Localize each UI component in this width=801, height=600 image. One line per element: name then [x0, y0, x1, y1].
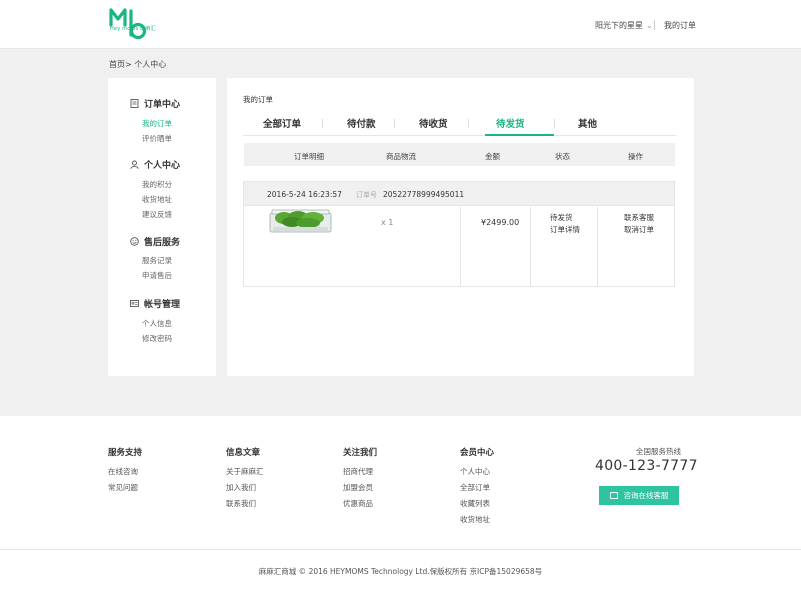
logo-icon[interactable] [108, 7, 152, 41]
consult-button-label: 咨询在线客服 [623, 491, 669, 500]
footer-column-title: 会员中心 [460, 448, 495, 458]
tab-divider [554, 119, 555, 128]
tab-pending-payment[interactable]: 待付款 [347, 116, 376, 130]
sidebar-group-aftersales: 售后服务 [130, 234, 180, 248]
tab-all-orders[interactable]: 全部订单 [263, 116, 301, 130]
sidebar-item-my-orders[interactable]: 我的订单 [142, 118, 172, 129]
footer-link[interactable]: 全部订单 [460, 482, 490, 493]
cancel-order-link[interactable]: 取消订单 [624, 224, 654, 235]
order-date: 2016-5-24 16:23:57 [267, 190, 342, 199]
footer-divider [0, 549, 801, 550]
order-quantity: x 1 [381, 218, 394, 227]
user-icon [130, 160, 139, 169]
orders-panel: 我的订单 全部订单 待付款 待收货 待发货 其他 订单明细 商品物流 金额 状态… [227, 78, 694, 376]
chevron-down-icon[interactable]: ⌄ [646, 21, 653, 30]
order-row: 2016-5-24 16:23:57 订单号 20522778999495011… [243, 181, 675, 287]
footer-link[interactable]: 关于麻麻汇 [226, 466, 264, 477]
order-amount: ¥2499.00 [481, 218, 520, 227]
sidebar-item-change-password[interactable]: 修改密码 [142, 333, 172, 344]
chat-icon [609, 492, 618, 499]
document-icon [130, 98, 139, 108]
cell-divider [597, 207, 598, 286]
breadcrumb-current: 个人中心 [134, 60, 167, 69]
footer-column-title: 信息文章 [226, 448, 261, 458]
tab-other[interactable]: 其他 [578, 116, 597, 130]
sidebar-item-address[interactable]: 收货地址 [142, 194, 172, 205]
sidebar-group-account: 帐号管理 [130, 296, 180, 310]
sidebar-group-title: 订单中心 [144, 99, 181, 110]
sidebar-item-profile[interactable]: 个人信息 [142, 318, 172, 329]
site-footer: 服务支持 在线咨询 常见问题 信息文章 关于麻麻汇 加入我们 联系我们 关注我们… [0, 416, 801, 600]
section-title: 我的订单 [243, 95, 273, 104]
footer-link[interactable]: 收货地址 [460, 514, 490, 525]
column-header: 订单明细 [294, 152, 324, 161]
sidebar-group-title: 帐号管理 [144, 299, 181, 310]
footer-link[interactable]: 在线咨询 [108, 466, 138, 477]
user-menu[interactable]: 阳光下的星星 ⌄ [595, 20, 653, 31]
footer-link[interactable]: 优惠商品 [343, 498, 373, 509]
footer-column-title: 服务支持 [108, 448, 143, 458]
table-header: 订单明细 商品物流 金额 状态 操作 [244, 143, 675, 166]
sidebar-item-service-records[interactable]: 服务记录 [142, 255, 172, 266]
sidebar-item-reviews[interactable]: 评价晒单 [142, 133, 172, 144]
hotline-number: 400-123-7777 [595, 458, 698, 474]
order-status: 待发货 [550, 213, 573, 222]
order-number-label: 订单号 [356, 191, 377, 199]
username[interactable]: 阳光下的星星 [595, 21, 643, 30]
footer-link[interactable]: 常见问题 [108, 482, 138, 493]
product-image[interactable] [268, 203, 333, 235]
my-orders-link[interactable]: 我的订单 [664, 20, 696, 31]
footer-link[interactable]: 加盟会员 [343, 482, 373, 493]
sidebar-group-personal: 个人中心 [130, 157, 180, 171]
sidebar-group-title: 个人中心 [144, 160, 181, 171]
tab-divider [468, 119, 469, 128]
active-tab-indicator [485, 134, 554, 136]
id-card-icon [130, 299, 139, 308]
footer-link[interactable]: 联系我们 [226, 498, 256, 509]
sidebar-group-title: 售后服务 [144, 237, 181, 248]
sidebar-item-feedback[interactable]: 建议反馈 [142, 209, 172, 220]
column-header: 状态 [555, 152, 570, 161]
logo-text: Hey moms 麻麻汇 [110, 26, 156, 32]
smiley-icon [130, 236, 139, 246]
copyright: 麻麻汇商城 © 2016 HEYMOMS Technology Ltd.保版权所… [258, 567, 543, 576]
sidebar: 订单中心 我的订单 评价晒单 个人中心 我的积分 收货地址 建议反馈 售后服务 … [108, 78, 216, 376]
contact-service-link[interactable]: 联系客服 [624, 212, 654, 223]
sidebar-item-apply-aftersales[interactable]: 申请售后 [142, 270, 172, 281]
footer-link[interactable]: 加入我们 [226, 482, 256, 493]
cell-divider [460, 207, 461, 286]
column-header: 商品物流 [386, 152, 416, 161]
footer-link[interactable]: 招商代理 [343, 466, 373, 477]
tab-pending-shipment[interactable]: 待发货 [496, 116, 525, 130]
breadcrumb: 首页> 个人中心 [109, 59, 166, 70]
tab-divider [394, 119, 395, 128]
cell-divider [530, 207, 531, 286]
sidebar-item-points[interactable]: 我的积分 [142, 179, 172, 190]
site-header: Hey moms 麻麻汇 阳光下的星星 ⌄ 我的订单 [0, 0, 801, 49]
column-header: 操作 [628, 152, 643, 161]
header-divider [654, 20, 655, 30]
tab-pending-receipt[interactable]: 待收货 [419, 116, 448, 130]
column-header: 金额 [485, 152, 500, 161]
order-detail-link[interactable]: 订单详情 [550, 224, 580, 235]
tab-divider [322, 119, 323, 128]
footer-column-title: 关注我们 [343, 448, 378, 458]
order-tabs: 全部订单 待付款 待收货 待发货 其他 [243, 108, 676, 136]
sidebar-group-orders: 订单中心 [130, 96, 180, 110]
consult-online-button[interactable]: 咨询在线客服 [599, 486, 679, 505]
footer-link[interactable]: 收藏列表 [460, 498, 490, 509]
footer-link[interactable]: 个人中心 [460, 466, 490, 477]
breadcrumb-home[interactable]: 首页> [109, 60, 132, 69]
hotline-label: 全国服务热线 [636, 447, 681, 456]
order-number: 20522778999495011 [383, 190, 465, 199]
